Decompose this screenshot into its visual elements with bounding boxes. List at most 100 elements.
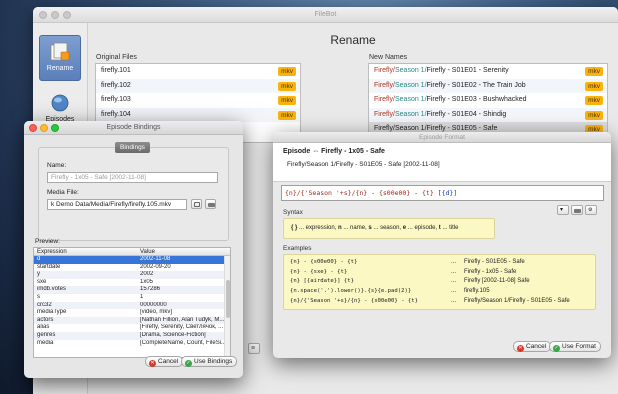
table-row[interactable]: imdb.votes 157286 xyxy=(34,286,230,294)
example-result: Firefly/Season 1/Firefly - S01E05 - Safe xyxy=(464,297,570,304)
new-file-name: Firefly - S01E01 - Serenity xyxy=(426,67,509,74)
table-row[interactable]: media [CompleteName, Count, FileSi... xyxy=(34,340,230,348)
table-row[interactable]: y 2002 xyxy=(34,271,230,279)
example-row[interactable]: {n} - {sxe} - {t}... Firefly - 1x05 - Saf… xyxy=(284,268,595,278)
example-row[interactable]: {n} - {s00e00} - {t}... Firefly - S01E05 … xyxy=(284,258,595,268)
expr-token: [{d}] xyxy=(433,189,458,197)
cell-value: 2002-09-20 xyxy=(140,263,171,270)
name-field[interactable]: Firefly - 1x05 - Safe [2002-11-08] xyxy=(47,172,218,183)
format-expression-input[interactable]: {n}/{'Season '+s}/{n} - {s00e00} - {t} [… xyxy=(281,185,604,201)
zoom-window-button[interactable] xyxy=(63,11,71,19)
file-name: firefly.101 xyxy=(101,67,131,74)
zoom-dialog-button[interactable] xyxy=(51,124,59,132)
close-dialog-button[interactable] xyxy=(29,124,37,132)
media-info-button[interactable] xyxy=(191,199,202,209)
example-row[interactable]: {n}/{'Season '+s}/{n} - {s00e00} - {t}..… xyxy=(284,297,595,307)
file-name: firefly.104 xyxy=(101,110,131,118)
list-item[interactable]: firefly.103 mkv xyxy=(96,93,300,108)
format-settings-button[interactable]: ⚙ xyxy=(585,205,597,215)
cell-value: [Firefly, Serenity, Светлячок, ... xyxy=(140,324,224,331)
list-item[interactable]: Firefly/Season 1/Firefly - S01E03 - Bush… xyxy=(369,93,607,108)
table-row[interactable]: crc32 00000000 xyxy=(34,301,230,310)
list-item[interactable]: firefly.102 mkv xyxy=(96,78,300,93)
path-segment: Firefly/ xyxy=(374,67,395,74)
extension-badge: mkv xyxy=(278,81,296,91)
table-row[interactable]: mediaType [video, mkv] xyxy=(34,309,230,317)
examples-box: {n} - {s00e00} - {t}... Firefly - S01E05 … xyxy=(283,254,596,310)
main-window-title: FileBot xyxy=(33,7,618,23)
new-file-name: Firefly - S01E05 - Safe xyxy=(426,125,498,132)
browse-folder-button[interactable] xyxy=(205,199,216,209)
media-file-field[interactable]: k Demo Data/Media/Firefly/firefly.105.mk… xyxy=(47,199,187,210)
cell-expression: genres xyxy=(37,331,56,338)
table-row[interactable]: actors [Nathan Fillion, Alan Tudyk, M... xyxy=(34,316,230,325)
cell-value: 157286 xyxy=(140,286,161,293)
scrollbar-thumb[interactable] xyxy=(226,280,230,318)
syntax-token: ... expression, xyxy=(297,225,339,231)
close-window-button[interactable] xyxy=(39,11,47,19)
expr-token: /{'Season '+s}/ xyxy=(296,189,356,197)
example-separator: ... xyxy=(451,259,457,265)
format-folder-button[interactable] xyxy=(571,205,583,215)
syntax-box: { } ... expression, n ... name, s ... se… xyxy=(283,218,495,239)
syntax-token: ... season, xyxy=(371,225,403,231)
extension-badge: mkv xyxy=(585,110,603,120)
new-names-list[interactable]: Firefly/Season 1/Firefly - S01E01 - Sere… xyxy=(368,63,608,143)
check-icon: ✓ xyxy=(185,360,192,367)
example-expression: {n} - {s00e00} - {t} xyxy=(290,259,358,265)
episode-prefix: Episode xyxy=(283,148,311,155)
list-item[interactable]: firefly.104 mkv xyxy=(96,107,300,122)
table-row[interactable]: d 2002-11-08 xyxy=(34,256,230,264)
bindings-group-tab: Bindings xyxy=(115,142,150,153)
list-item[interactable]: Firefly/Season 1/Firefly - S01E02 - The … xyxy=(369,78,607,93)
list-item[interactable]: Firefly/Season 1/Firefly - S01E04 - Shin… xyxy=(369,107,607,122)
syntax-token: ... name, xyxy=(341,225,369,231)
sidebar-item-rename[interactable]: Rename xyxy=(39,35,81,81)
bindings-table[interactable]: Expression Value d 2002-11-08 startdate 20… xyxy=(33,247,231,358)
list-toggle-button[interactable]: ≡ xyxy=(248,343,260,354)
episode-bindings-dialog: Episode Bindings Bindings Name: Firefly … xyxy=(24,121,243,378)
new-file-name: Firefly - S01E04 - Shindig xyxy=(426,110,507,118)
name-label: Name: xyxy=(47,162,67,169)
info-icon xyxy=(194,202,200,207)
list-item[interactable]: Firefly/Season 1/Firefly - S01E01 - Sere… xyxy=(369,64,607,79)
cell-value: 1 xyxy=(140,293,144,300)
season-segment: Season 1/ xyxy=(395,67,427,74)
minimize-window-button[interactable] xyxy=(51,11,59,19)
example-row[interactable]: {n} [{airdate}] {t}... Firefly [2002-11-0… xyxy=(284,277,595,287)
preview-label: Preview: xyxy=(35,238,60,245)
list-item[interactable]: firefly.101 mkv xyxy=(96,64,300,79)
use-bindings-button[interactable]: ✓ Use Bindings xyxy=(181,356,238,367)
use-format-button[interactable]: ✓ Use Format xyxy=(549,341,601,352)
season-segment: Season 1/ xyxy=(395,125,427,132)
example-expression: {n} - {sxe} - {t} xyxy=(290,268,348,275)
format-menu-button[interactable]: ▾ xyxy=(557,205,569,215)
chevron-down-icon: ▾ xyxy=(560,207,564,213)
table-row[interactable]: alias [Firefly, Serenity, Светлячок, ... xyxy=(34,324,230,332)
cancel-button[interactable]: ✕ Cancel xyxy=(145,356,184,367)
path-segment: Firefly/ xyxy=(374,110,395,118)
example-result: Firefly [2002-11-08] Safe xyxy=(464,278,530,285)
table-row[interactable]: s1 xyxy=(34,294,230,302)
file-name: firefly.102 xyxy=(101,81,131,89)
table-row[interactable]: genres [Drama, Science-Fiction] xyxy=(34,331,230,340)
table-row[interactable]: sxe 1x05 xyxy=(34,279,230,287)
minimize-dialog-button[interactable] xyxy=(40,124,48,132)
file-name: firefly.103 xyxy=(101,96,131,103)
table-header: Expression Value xyxy=(34,248,230,256)
cell-expression: d xyxy=(37,256,41,262)
new-names-label: New Names xyxy=(369,54,408,61)
column-header-value[interactable]: Value xyxy=(140,248,224,256)
extension-badge: mkv xyxy=(278,67,296,76)
page-title: Rename xyxy=(330,33,376,47)
syntax-text: { } ... expression, n ... name, s ... se… xyxy=(291,225,458,231)
example-row[interactable]: {n.space('.').lower()}.{s}{e.pad(2)}... f… xyxy=(284,287,595,297)
table-scrollbar[interactable] xyxy=(224,256,230,357)
cell-expression: mediaType xyxy=(37,309,67,316)
extension-badge: mkv xyxy=(585,81,603,91)
cancel-label: Cancel xyxy=(158,358,179,365)
list-icon: ≡ xyxy=(251,345,256,352)
table-row[interactable]: startdate 2002-09-20 xyxy=(34,264,230,272)
cancel-button[interactable]: ✕ Cancel xyxy=(513,341,552,352)
column-header-expression[interactable]: Expression xyxy=(37,248,127,256)
